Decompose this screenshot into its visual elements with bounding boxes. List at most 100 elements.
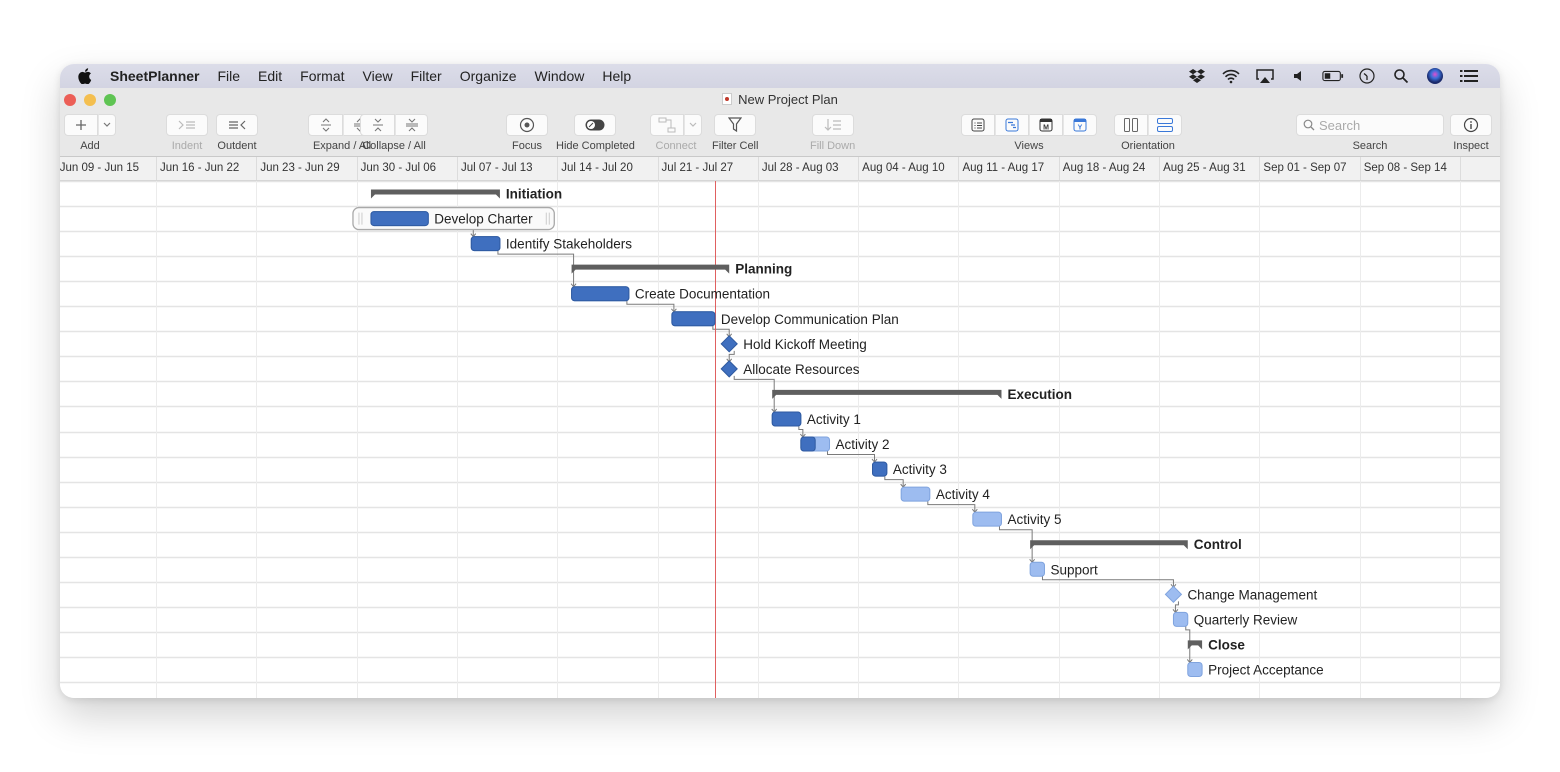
menu-file[interactable]: File [217,68,240,84]
toggle-icon [585,119,605,131]
week-separator [1259,157,1261,180]
expand-button[interactable] [308,114,343,136]
menu-view[interactable]: View [363,68,393,84]
week-separator [757,157,759,180]
clock-icon[interactable] [1356,68,1378,84]
summary-label: Control [1194,537,1242,552]
orientation-group: Orientation [1114,114,1182,152]
search-field[interactable] [1296,114,1444,136]
document-icon [722,93,733,105]
task-bar[interactable] [1029,561,1045,577]
dropbox-icon[interactable] [1186,68,1208,84]
columns-icon [1124,118,1138,132]
outdent-label: Outdent [217,140,257,152]
view-outline-button[interactable] [961,114,995,136]
milestone-diamond[interactable] [720,360,738,378]
summary-bar[interactable] [571,264,730,274]
connect-icon [658,117,676,133]
collapse-button[interactable] [360,114,395,136]
menu-format[interactable]: Format [300,68,344,84]
connect-dropdown-button[interactable] [684,114,702,136]
status-icons [1174,64,1480,88]
chevron-down-icon [103,122,111,127]
search-input[interactable] [1319,117,1429,133]
task-label: Develop Charter [434,212,533,227]
summary-label: Close [1208,637,1245,652]
view-year-button[interactable]: Y [1063,114,1097,136]
apple-menu-icon[interactable] [78,68,98,84]
indent-button[interactable] [166,114,208,136]
task-label: Create Documentation [635,287,770,302]
svg-text:M: M [1043,125,1049,132]
focus-label: Focus [512,140,542,152]
wifi-icon[interactable] [1220,68,1242,84]
week-separator [456,157,458,180]
focus-button[interactable] [506,114,548,136]
add-dropdown-button[interactable] [98,114,116,136]
battery-icon[interactable] [1322,68,1344,84]
summary-bar[interactable] [772,389,1002,399]
week-label: Jul 21 - Jul 27 [661,162,734,174]
orientation-horizontal-button[interactable] [1148,114,1182,136]
connect-group: Connect [650,114,702,152]
indent-label: Indent [171,140,203,152]
collapse-group: Collapse / All [360,114,428,152]
menu-organize[interactable]: Organize [460,68,517,84]
milestone-diamond[interactable] [720,335,738,353]
connect-button[interactable] [650,114,684,136]
menu-bar: SheetPlanner File Edit Format View Filte… [60,64,1500,88]
views-label: Views [1014,140,1044,152]
spotlight-search-icon[interactable] [1390,68,1412,84]
summary-bar[interactable] [370,189,500,199]
summary-label: Planning [735,262,792,277]
siri-icon[interactable] [1424,68,1446,84]
airplay-icon[interactable] [1254,68,1276,84]
inspect-button[interactable] [1450,114,1492,136]
milestone-diamond[interactable] [1164,585,1183,604]
task-label: Activity 2 [836,437,890,452]
outdent-icon [229,120,246,130]
task-progress [771,411,802,427]
view-month-button[interactable]: M [1029,114,1063,136]
task-label: Develop Communication Plan [721,312,899,327]
menu-edit[interactable]: Edit [258,68,282,84]
add-button[interactable] [64,114,98,136]
menu-help[interactable]: Help [602,68,631,84]
week-separator [858,157,860,180]
hide-completed-group: Hide Completed [556,114,635,152]
task-progress [571,286,630,302]
week-label: Jul 28 - Aug 03 [761,162,839,174]
indent-group: Indent [166,114,208,152]
hide-completed-toggle[interactable] [574,114,617,136]
task-label: Activity 3 [893,462,947,477]
timeline-header: Jun 09 - Jun 15 Jun 16 - Jun 22 Jun 23 - J… [60,157,1500,181]
fill-down-button[interactable] [811,114,854,136]
task-bar[interactable] [1187,661,1203,677]
app-name-menu[interactable]: SheetPlanner [110,68,199,84]
view-gantt-button[interactable] [995,114,1029,136]
task-label: Activity 1 [807,412,861,427]
outdent-button[interactable] [216,114,258,136]
filter-cell-group: Filter Cell [712,114,758,152]
task-bar[interactable] [1172,611,1189,627]
svg-text:Y: Y [1078,125,1083,132]
menu-window[interactable]: Window [535,68,585,84]
volume-icon[interactable] [1288,68,1310,84]
week-label: Aug 04 - Aug 10 [862,162,945,174]
orientation-vertical-button[interactable] [1114,114,1148,136]
week-separator [156,157,157,180]
control-center-icon[interactable] [1458,68,1480,84]
task-bar[interactable] [972,511,1002,527]
menu-filter[interactable]: Filter [411,68,442,84]
connect-label: Connect [655,140,697,152]
collapse-all-button[interactable] [395,114,428,136]
filter-cell-label: Filter Cell [712,140,759,152]
week-separator [1359,157,1361,180]
filter-cell-button[interactable] [714,114,757,136]
fill-down-icon [824,119,841,131]
week-label: Jun 23 - Jun 29 [260,162,340,174]
summary-bar[interactable] [1030,540,1188,550]
task-bar[interactable] [900,486,931,502]
document-title: New Project Plan [738,92,838,107]
week-label: Aug 11 - Aug 17 [962,162,1045,174]
